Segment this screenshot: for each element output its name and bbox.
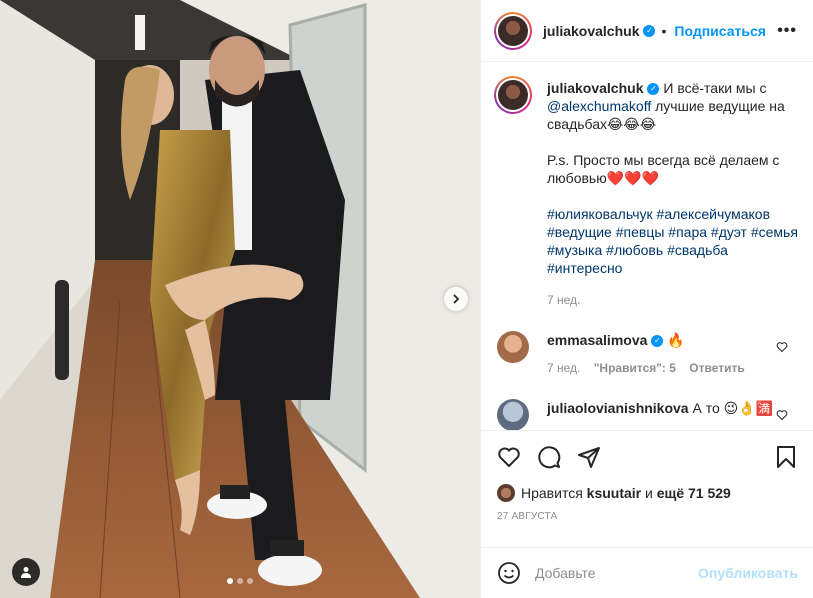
next-image-button[interactable]	[444, 287, 468, 311]
liker-username[interactable]: ksuutair	[587, 485, 641, 501]
more-options-icon[interactable]: •••	[777, 22, 797, 40]
post-actions: Нравится ksuutair и ещё 71 529 27 АВГУСТ…	[481, 430, 813, 522]
comment-time[interactable]: 7 нед.	[547, 361, 580, 375]
comment-like-heart-icon[interactable]	[776, 341, 788, 353]
publish-button[interactable]: Опубликовать	[698, 565, 798, 581]
comment-bubble-icon[interactable]	[537, 445, 561, 469]
follow-button[interactable]: Подписаться	[674, 23, 766, 39]
comment-username[interactable]: juliaolovianishnikova	[547, 400, 689, 416]
share-paper-plane-icon[interactable]	[577, 445, 601, 469]
caption: juliakovalchuk ✓ И всё-таки мы с @alexchu…	[494, 76, 798, 309]
hashtag-link[interactable]: #любовь	[606, 242, 663, 258]
separator-dot: •	[661, 22, 667, 39]
chevron-right-icon	[453, 294, 460, 304]
user-icon	[21, 567, 31, 578]
comment-input[interactable]: Добавьте	[535, 565, 596, 581]
save-bookmark-icon[interactable]	[774, 445, 798, 469]
caption-author-avatar[interactable]	[494, 76, 532, 114]
post-date[interactable]: 27 АВГУСТА	[497, 511, 798, 522]
comment-likes[interactable]: "Нравится": 5	[594, 361, 676, 375]
comment: emmasalimova ✓ 🔥 7 нед. "Нравится": 5 Отв…	[497, 331, 798, 377]
comment-text: 🔥	[667, 332, 685, 348]
comment-text: А то 😉👌🈵	[692, 400, 774, 416]
commenter-avatar[interactable]	[497, 399, 529, 430]
carousel-indicator	[227, 578, 253, 584]
hashtag-link[interactable]: #интересно	[547, 260, 622, 276]
author-username[interactable]: juliakovalchuk	[543, 23, 639, 39]
like-heart-icon[interactable]	[497, 445, 521, 469]
caption-username[interactable]: juliakovalchuk	[547, 80, 643, 96]
likes-prefix: Нравится	[521, 485, 587, 501]
hashtag-link[interactable]: #алексейчумаков	[657, 206, 770, 222]
hashtag-link[interactable]: #дуэт	[711, 224, 747, 240]
comment-username[interactable]: emmasalimova	[547, 332, 647, 348]
mention-link[interactable]: @alexchumakoff	[547, 98, 651, 114]
hashtag-link[interactable]: #свадьба	[667, 242, 728, 258]
carousel-dot	[247, 578, 253, 584]
caption-ps: P.s. Просто мы всегда всё делаем с любов…	[547, 152, 780, 186]
comments-list[interactable]: juliakovalchuk ✓ И всё-таки мы с @alexchu…	[481, 63, 813, 430]
verified-badge-icon: ✓	[647, 83, 660, 96]
hashtag-link[interactable]: #юлияковальчук	[547, 206, 653, 222]
hashtag-link[interactable]: #певцы	[616, 224, 665, 240]
post-photo[interactable]	[0, 0, 480, 598]
verified-badge-icon: ✓	[643, 24, 656, 37]
carousel-dot	[237, 578, 243, 584]
liker-avatar[interactable]	[497, 484, 515, 502]
hashtag-link[interactable]: #пара	[668, 224, 707, 240]
likes-count[interactable]: ещё 71 529	[657, 485, 731, 501]
tagged-users-button[interactable]	[12, 558, 40, 586]
commenter-avatar[interactable]	[497, 331, 529, 363]
hashtag-link[interactable]: #ведущие	[547, 224, 612, 240]
post-side-panel: juliakovalchuk ✓ • Подписаться ••• julia…	[480, 0, 813, 598]
caption-time[interactable]: 7 нед.	[547, 291, 798, 309]
carousel-dot-active	[227, 578, 233, 584]
post-header: juliakovalchuk ✓ • Подписаться •••	[481, 0, 813, 62]
likes-middle: и	[641, 485, 657, 501]
hashtags: #юлияковальчук #алексейчумаков #ведущие …	[547, 205, 798, 277]
reply-button[interactable]: Ответить	[689, 361, 744, 375]
hashtag-link[interactable]: #семья	[751, 224, 798, 240]
add-comment-bar: Добавьте Опубликовать	[481, 547, 813, 598]
hashtag-link[interactable]: #музыка	[547, 242, 602, 258]
likes-summary: Нравится ksuutair и ещё 71 529	[497, 483, 798, 503]
author-avatar[interactable]	[494, 11, 532, 50]
caption-text-1: И всё-таки мы с	[659, 80, 767, 96]
comment: juliaolovianishnikova А то 😉👌🈵	[497, 399, 798, 430]
emoji-icon[interactable]	[497, 561, 521, 585]
comment-like-heart-icon[interactable]	[776, 409, 788, 421]
verified-badge-icon: ✓	[651, 335, 664, 348]
post-image	[0, 0, 480, 598]
